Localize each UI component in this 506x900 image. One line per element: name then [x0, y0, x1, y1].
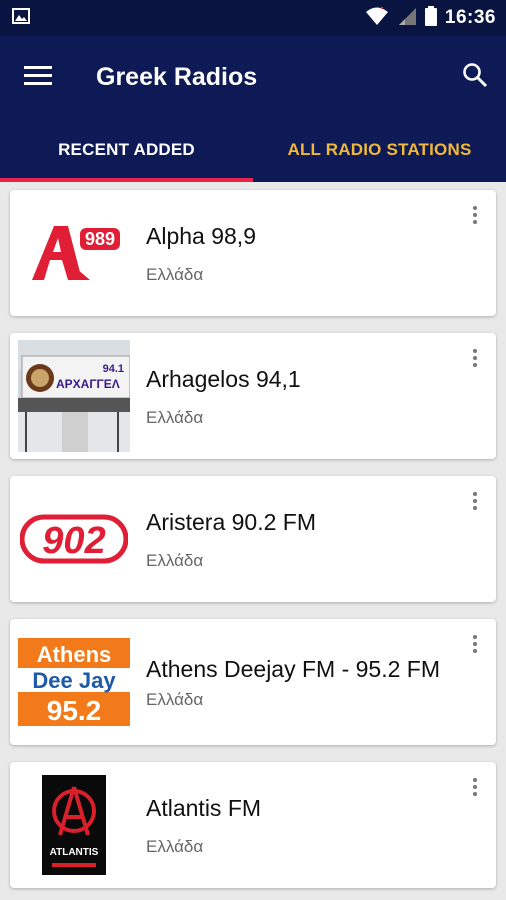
more-options-icon[interactable]: [472, 349, 478, 367]
status-bar: 16:36: [0, 0, 506, 36]
logo-text: ATLANTIS: [50, 847, 99, 858]
more-options-icon[interactable]: [472, 635, 478, 653]
more-options-icon[interactable]: [472, 492, 478, 510]
menu-icon[interactable]: [24, 64, 52, 91]
station-name: Arhagelos 94,1: [146, 365, 301, 392]
station-country: Ελλάδα: [146, 264, 204, 284]
station-country: Ελλάδα: [146, 689, 204, 709]
logo-text: 902: [42, 520, 105, 562]
wifi-icon: [365, 6, 389, 31]
more-options-icon[interactable]: [472, 778, 478, 796]
station-card[interactable]: Athens Dee Jay 95.2 Athens Deejay FM - 9…: [10, 619, 496, 745]
logo-text: 989: [85, 229, 115, 249]
logo-subtext: ΑΡΧΑΓΓΕΛ: [56, 377, 120, 391]
station-logo: 94.1 ΑΡΧΑΓΓΕΛ: [18, 340, 130, 452]
gallery-icon: [12, 7, 30, 30]
station-name: Atlantis FM: [146, 794, 262, 821]
station-name: Athens Deejay FM - 95.2 FM: [146, 655, 440, 682]
signal-icon: [397, 6, 417, 31]
app-bar: Greek Radios: [0, 36, 506, 118]
search-icon[interactable]: [462, 62, 488, 93]
station-card[interactable]: 94.1 ΑΡΧΑΓΓΕΛ Arhagelos 94,1 Ελλάδα: [10, 333, 496, 459]
station-card[interactable]: 989 Alpha 98,9 Ελλάδα: [10, 190, 496, 316]
station-country: Ελλάδα: [146, 550, 204, 570]
station-logo: Athens Dee Jay 95.2: [18, 626, 130, 738]
battery-icon: [424, 5, 437, 31]
station-card[interactable]: ATLANTIS Atlantis FM Ελλάδα: [10, 762, 496, 888]
tab-bar: RECENT ADDED ALL RADIO STATIONS: [0, 118, 506, 182]
station-logo: ATLANTIS: [18, 769, 130, 881]
station-name: Alpha 98,9: [146, 222, 256, 249]
logo-line-3: 95.2: [47, 695, 102, 726]
logo-line-1: Athens: [37, 642, 112, 667]
station-logo: 902: [18, 483, 130, 595]
station-country: Ελλάδα: [146, 836, 204, 856]
more-options-icon[interactable]: [472, 206, 478, 224]
status-time: 16:36: [444, 7, 496, 28]
tab-indicator: [0, 178, 253, 182]
station-card[interactable]: 902 Aristera 90.2 FM Ελλάδα: [10, 476, 496, 602]
logo-line-2: Dee Jay: [32, 668, 116, 693]
station-country: Ελλάδα: [146, 407, 204, 427]
station-name: Aristera 90.2 FM: [146, 508, 316, 535]
tab-recent-added[interactable]: RECENT ADDED: [0, 118, 253, 182]
logo-text: 94.1: [103, 363, 124, 375]
app-title: Greek Radios: [96, 62, 258, 91]
station-list: 989 Alpha 98,9 Ελλάδα 94.1 ΑΡΧΑΓΓΕΛ Arha…: [0, 182, 506, 888]
tab-all-radio-stations[interactable]: ALL RADIO STATIONS: [253, 118, 506, 182]
station-logo: 989: [18, 197, 130, 309]
